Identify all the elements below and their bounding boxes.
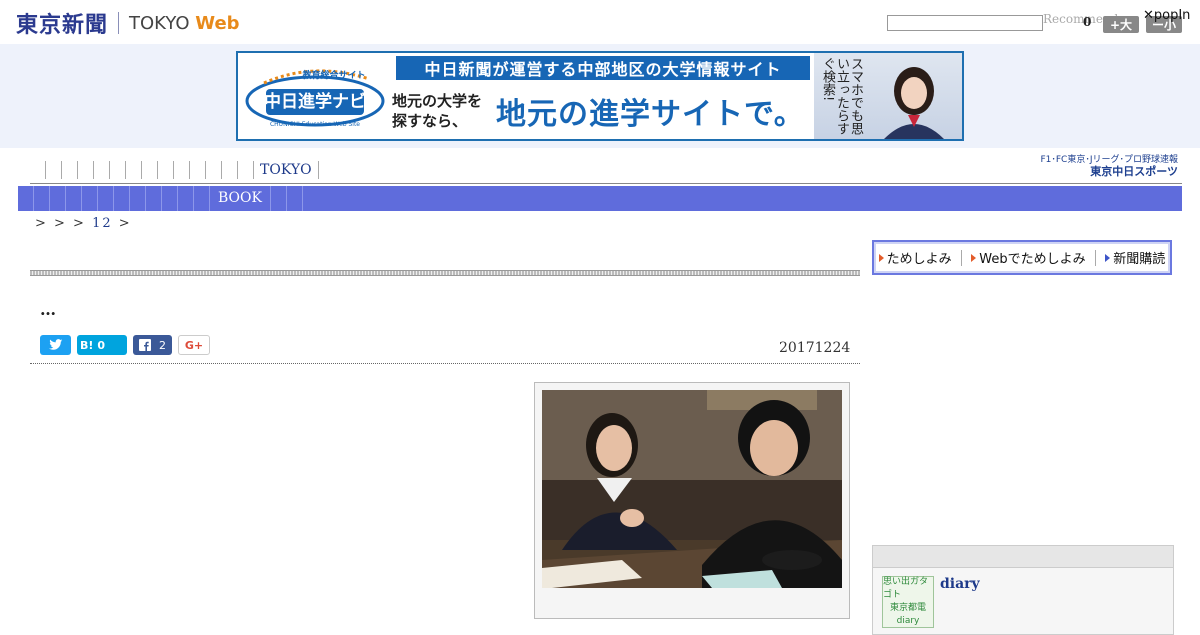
banner-headline: 中日新聞が運営する中部地区の大学情報サイト	[396, 56, 810, 80]
sub-nav-item[interactable]	[287, 186, 303, 211]
banner-main-copy: 地元の進学サイトで。	[496, 97, 805, 132]
nav-item[interactable]	[94, 161, 110, 179]
top-bar: 東京新聞 TOKYO Web Recommend 0 +大 ー小 ✕popIn	[0, 0, 1200, 44]
logo-english: TOKYO Web	[129, 12, 240, 34]
hatena-count: 0	[97, 338, 106, 352]
popin-close-button[interactable]: ✕popIn	[1143, 8, 1190, 23]
diary-title-link[interactable]: diary	[940, 576, 980, 592]
logo-top-text: 教育総合サイト	[301, 69, 365, 81]
main-nav: TOKYO	[30, 158, 319, 182]
nav-item[interactable]	[46, 161, 62, 179]
promo-web-tameshiyomi-link[interactable]: Webでためしよみ	[971, 248, 1086, 267]
sidebar-box-header	[873, 546, 1173, 568]
sub-nav-item-book[interactable]: BOOK	[210, 186, 271, 211]
article-photo	[542, 390, 842, 588]
recommend-count: 0	[1083, 15, 1092, 29]
sub-nav-item[interactable]	[178, 186, 194, 211]
sub-nav-item[interactable]	[271, 186, 287, 211]
article-photo-frame	[534, 382, 850, 619]
sub-nav-item[interactable]	[162, 186, 178, 211]
promo-tameshiyomi-link[interactable]: ためしよみ	[878, 248, 952, 267]
nav-item[interactable]	[158, 161, 174, 179]
site-logo[interactable]: 東京新聞 TOKYO Web	[16, 10, 240, 38]
subscription-promo: ためしよみ Webでためしよみ 新聞購読	[872, 240, 1172, 275]
sub-nav-item[interactable]	[50, 186, 66, 211]
facebook-icon	[139, 339, 151, 351]
banner-subtext: 地元の大学を 探すなら、	[392, 92, 483, 130]
twitter-share-button[interactable]	[40, 335, 71, 355]
nav-item-tokyo[interactable]: TOKYO	[254, 161, 319, 179]
sub-nav-item[interactable]	[98, 186, 114, 211]
sub-nav: BOOK	[18, 186, 1182, 211]
promo-divider	[1094, 249, 1096, 266]
nav-item[interactable]	[238, 161, 254, 179]
breadcrumb-link[interactable]: 12	[92, 216, 113, 231]
nav-item[interactable]	[142, 161, 158, 179]
nav-item[interactable]	[62, 161, 78, 179]
triangle-icon	[1105, 253, 1111, 262]
sub-nav-item[interactable]	[146, 186, 162, 211]
nav-item[interactable]	[222, 161, 238, 179]
nav-item[interactable]	[174, 161, 190, 179]
nav-item[interactable]	[126, 161, 142, 179]
section-divider	[30, 270, 860, 276]
logo-sub-text: CHUNICHI Education Web Site	[270, 121, 360, 128]
sub-nav-item[interactable]	[66, 186, 82, 211]
breadcrumb: > > > 12 >	[35, 216, 132, 231]
article-divider	[30, 363, 860, 364]
twitter-icon	[48, 339, 62, 350]
logo-divider	[118, 12, 120, 34]
chunichi-navi-logo: 中日進学ナビ 教育総合サイト CHUNICHI Education Web Si…	[245, 69, 385, 128]
nav-item[interactable]	[190, 161, 206, 179]
nav-item[interactable]	[30, 161, 46, 179]
sidebar-box: 思い出ガタゴト 東京都電 diary diary	[872, 545, 1174, 635]
hatena-bookmark-button[interactable]: B! 0	[77, 335, 127, 355]
search-input[interactable]	[887, 15, 1043, 31]
sub-nav-item[interactable]	[34, 186, 50, 211]
nav-item[interactable]	[110, 161, 126, 179]
promo-divider	[960, 249, 962, 266]
sub-nav-item[interactable]	[130, 186, 146, 211]
font-larger-button[interactable]: +大	[1103, 16, 1139, 33]
triangle-icon	[878, 253, 884, 262]
banner-vertical-text: スマホでも思い立ったらすぐ検索!	[820, 57, 863, 135]
promo-subscribe-link[interactable]: 新聞購読	[1105, 248, 1165, 267]
logo-japanese: 東京新聞	[16, 13, 109, 38]
facebook-share-button[interactable]: 2	[133, 335, 172, 355]
facebook-count: 2	[159, 338, 166, 352]
nav-item[interactable]	[78, 161, 94, 179]
diary-thumbnail[interactable]: 思い出ガタゴト 東京都電 diary	[882, 576, 934, 628]
logo-text: 中日進学ナビ	[264, 91, 366, 112]
nav-item[interactable]	[206, 161, 222, 179]
hatena-icon: B!	[80, 338, 94, 352]
nav-divider	[30, 183, 1182, 184]
sub-nav-item[interactable]	[194, 186, 210, 211]
tokyo-chunichi-sports-link[interactable]: F1･FC東京･Jリーグ･プロ野球速報 東京中日スポーツ	[1026, 154, 1178, 179]
sub-nav-item[interactable]	[18, 186, 34, 211]
ad-banner[interactable]: 中日進学ナビ 教育総合サイト CHUNICHI Education Web Si…	[236, 51, 964, 141]
sub-nav-item[interactable]	[82, 186, 98, 211]
google-plus-share-button[interactable]: G+	[178, 335, 210, 355]
triangle-icon	[971, 253, 977, 262]
article-date: 20171224	[779, 340, 851, 356]
article-headline: …	[40, 300, 57, 319]
sub-nav-item[interactable]	[114, 186, 130, 211]
